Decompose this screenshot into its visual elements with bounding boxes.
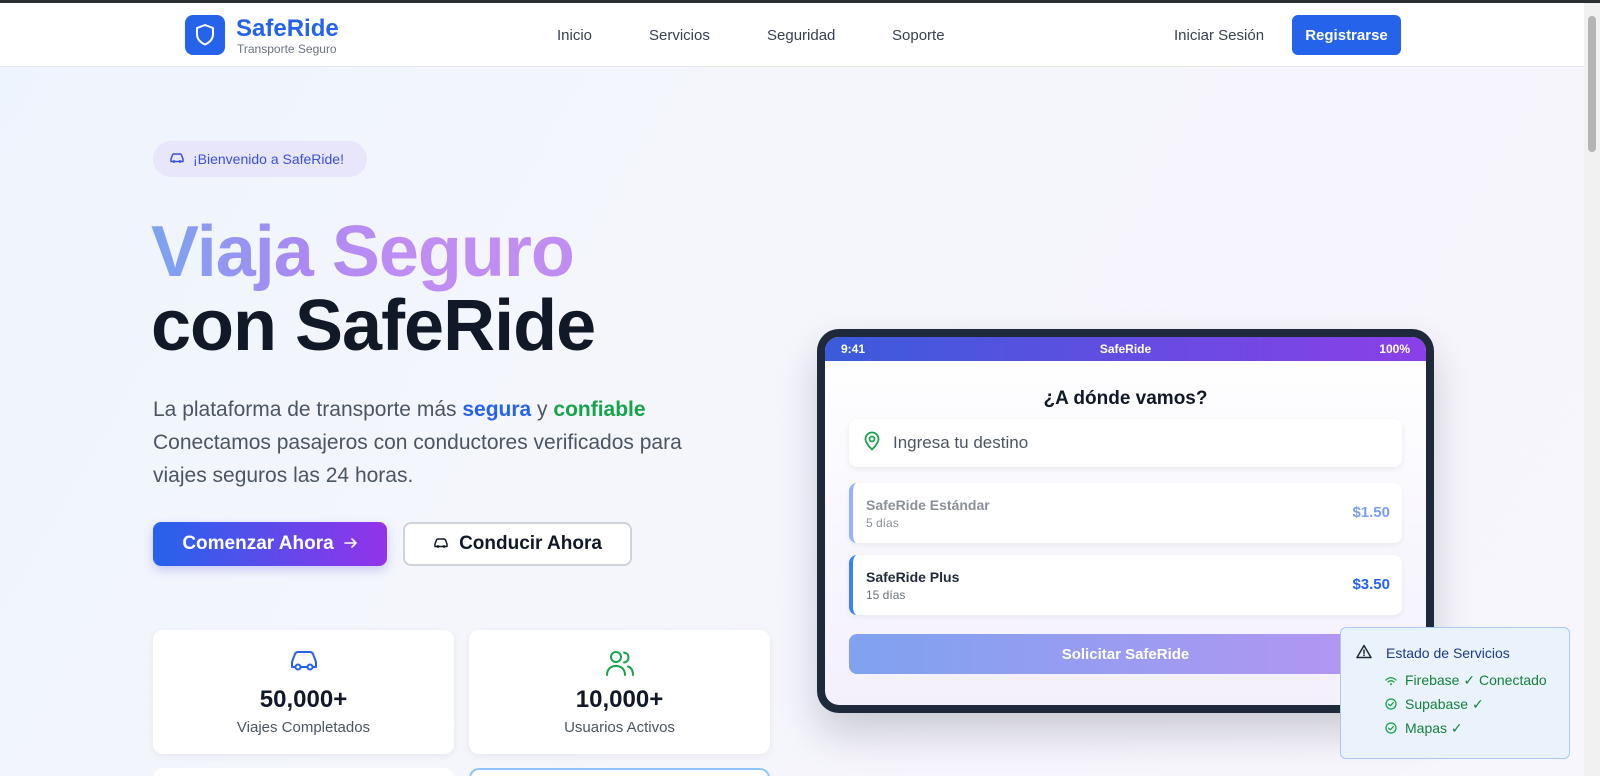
ride-option-name: SafeRide Plus xyxy=(866,569,960,585)
car-icon xyxy=(433,533,449,555)
stat-card-partial xyxy=(469,768,770,776)
stat-label: Viajes Completados xyxy=(236,719,371,736)
stat-label: Usuarios Activos xyxy=(564,719,675,736)
car-icon xyxy=(153,648,454,672)
drive-now-label: Conducir Ahora xyxy=(459,533,602,554)
nav-seguridad[interactable]: Seguridad xyxy=(767,27,835,44)
car-icon xyxy=(169,151,185,167)
service-status-title: Estado de Servicios xyxy=(1386,645,1510,661)
hero-desc-mid: y xyxy=(531,398,554,421)
users-icon xyxy=(469,648,770,678)
stat-card-rides: 50,000+ Viajes Completados xyxy=(153,630,454,754)
start-now-button[interactable]: Comenzar Ahora xyxy=(153,522,387,566)
scrollbar-thumb[interactable] xyxy=(1588,16,1596,152)
hero-desc-rest: Conectamos pasajeros con conductores ver… xyxy=(153,431,682,487)
ride-option-duration: 5 días xyxy=(866,516,899,530)
hero-description: La plataforma de transporte más segura y… xyxy=(153,393,693,492)
hero-title-line2: con SafeRide xyxy=(151,286,596,366)
stat-card-users: 10,000+ Usuarios Activos xyxy=(469,630,770,754)
stat-value: 10,000+ xyxy=(575,686,664,713)
ride-option-plus[interactable]: SafeRide Plus 15 días $3.50 xyxy=(849,555,1402,615)
check-circle-icon xyxy=(1385,697,1397,713)
phone-screen: 9:41 SafeRide 100% ¿A dónde vamos? Ingre… xyxy=(825,337,1426,705)
stat-value: 50,000+ xyxy=(259,686,348,713)
shield-logo-icon[interactable] xyxy=(185,15,225,55)
arrow-right-icon xyxy=(343,533,358,555)
hero-desc-highlight-segura: segura xyxy=(462,398,532,421)
status-app-name: SafeRide xyxy=(1099,342,1152,356)
nav-servicios[interactable]: Servicios xyxy=(649,27,710,44)
phone-status-bar: 9:41 SafeRide 100% xyxy=(825,337,1426,361)
register-button[interactable]: Registrarse xyxy=(1292,15,1401,55)
welcome-badge-text: ¡Bienvenido a SafeRide! xyxy=(193,151,344,167)
login-link[interactable]: Iniciar Sesión xyxy=(1174,27,1264,44)
check-circle-icon xyxy=(1385,721,1397,737)
map-pin-icon xyxy=(863,431,881,456)
ride-option-standard[interactable]: SafeRide Estándar 5 días $1.50 xyxy=(849,483,1402,543)
phone-title: ¿A dónde vamos? xyxy=(1043,388,1208,409)
ride-option-name: SafeRide Estándar xyxy=(866,497,990,513)
destination-placeholder: Ingresa tu destino xyxy=(893,433,1029,452)
destination-input[interactable]: Ingresa tu destino xyxy=(849,419,1402,467)
brand-tagline: Transporte Seguro xyxy=(237,42,337,56)
brand-name[interactable]: SafeRide xyxy=(236,15,339,43)
start-now-label: Comenzar Ahora xyxy=(182,533,334,554)
request-ride-button[interactable]: Solicitar SafeRide xyxy=(849,634,1402,674)
service-item-label: Firebase ✓ Conectado xyxy=(1405,672,1547,688)
hero-title-line1: Viaja Seguro xyxy=(151,212,575,292)
stat-card-partial xyxy=(153,768,454,776)
drive-now-button[interactable]: Conducir Ahora xyxy=(403,522,632,566)
warning-triangle-icon xyxy=(1356,644,1372,664)
service-item-maps: Mapas ✓ xyxy=(1385,720,1463,737)
welcome-badge: ¡Bienvenido a SafeRide! xyxy=(153,141,367,177)
ride-option-price: $1.50 xyxy=(1352,504,1390,521)
service-item-label: Supabase ✓ xyxy=(1405,696,1484,712)
top-navbar: SafeRide Transporte Seguro Inicio Servic… xyxy=(0,3,1584,67)
nav-soporte[interactable]: Soporte xyxy=(892,27,945,44)
ride-option-price: $3.50 xyxy=(1352,576,1390,593)
service-item-firebase: Firebase ✓ Conectado xyxy=(1385,672,1547,689)
service-status-panel: Estado de Servicios Firebase ✓ Conectado… xyxy=(1340,627,1570,759)
service-item-label: Mapas ✓ xyxy=(1405,720,1463,736)
hero-desc-highlight-confiable: confiable xyxy=(553,398,646,421)
service-item-supabase: Supabase ✓ xyxy=(1385,696,1484,713)
hero-desc-prefix: La plataforma de transporte más xyxy=(153,398,463,421)
nav-inicio[interactable]: Inicio xyxy=(557,27,592,44)
status-battery: 100% xyxy=(1379,342,1410,356)
wifi-icon xyxy=(1385,673,1397,689)
ride-option-duration: 15 días xyxy=(866,588,906,602)
